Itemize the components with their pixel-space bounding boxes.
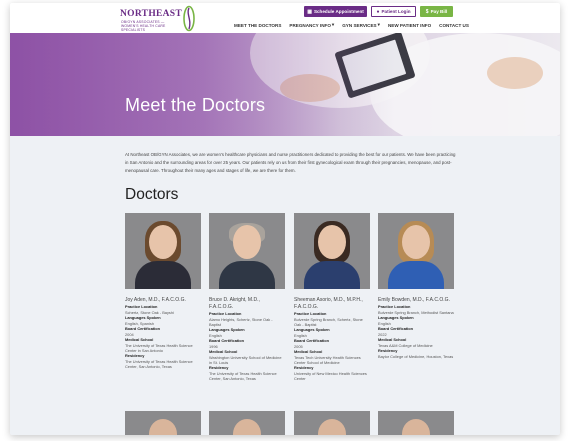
doctors-heading: Doctors [125, 186, 179, 203]
page-title: Meet the Doctors [125, 95, 266, 115]
chevron-down-icon: ▾ [377, 22, 380, 27]
practice-value: Alamo Heights, Schertz, Stone Oak - Bapt… [209, 317, 273, 327]
nav-item-meet-the-doctors[interactable]: MEET THE DOCTORS [234, 22, 281, 28]
nav-item-label: MEET THE DOCTORS [234, 22, 282, 28]
logo-subtitle: OB/GYN ASSOCIATES — WOMEN'S HEALTH CARE … [121, 20, 166, 32]
pay-bill-label: Pay Bill [430, 9, 448, 14]
doctor-name[interactable]: Bruce D. Akright, M.D., F.A.C.O.G. [209, 297, 285, 311]
pay-bill-button[interactable]: $ Pay Bill [420, 6, 453, 17]
nav-item-gyn-services[interactable]: GYN SERVICES ▾ [342, 22, 380, 28]
patient-login-label: Patient Login [381, 9, 411, 14]
schedule-appointment-button[interactable]: ▦ Schedule Appointment [304, 6, 367, 17]
doctor-photo[interactable] [209, 213, 285, 289]
doctor-name[interactable]: Emily Bowden, M.D., F.A.C.O.G. [378, 297, 454, 304]
schedule-appointment-label: Schedule Appointment [313, 9, 364, 14]
residency-value: The University of Texas Health Science C… [125, 359, 193, 369]
practice-value: Bulverde Spring Branch, Schertz, Stone O… [294, 317, 363, 327]
school-value: Washington University School of Medicine… [209, 355, 282, 365]
nav-item-label: CONTACT US [439, 22, 469, 28]
hero-banner: Meet the Doctors [10, 33, 560, 136]
doctor-name[interactable]: Sheeman Asorio, M.D., M.P.H., F.A.C.O.G. [294, 297, 370, 311]
doctor-photo[interactable] [294, 411, 370, 435]
patient-login-button[interactable]: ● Patient Login [371, 6, 416, 17]
main-nav: MEET THE DOCTORS PREGNANCY INFO ▾ GYN SER… [234, 22, 469, 28]
doctor-card: Emily Bowden, M.D., F.A.C.O.G. Practice … [378, 213, 454, 359]
doctor-photo[interactable] [378, 411, 454, 435]
site-header: NORTHEAST OB/GYN ASSOCIATES — WOMEN'S HE… [10, 3, 560, 33]
intro-paragraph: At Northeast OB/GYN Associates, we are w… [125, 152, 456, 173]
site-logo[interactable]: NORTHEAST OB/GYN ASSOCIATES — WOMEN'S HE… [120, 5, 200, 32]
nav-item-contact-us[interactable]: CONTACT US [439, 22, 469, 28]
logo-title: NORTHEAST [120, 9, 183, 19]
nav-item-new-patient-info[interactable]: NEW PATIENT INFO [388, 22, 431, 28]
doctor-card: Joy Aden, M.D., F.A.C.O.G. Practice Loca… [125, 213, 201, 369]
school-value: The University of Texas Health Science C… [125, 343, 193, 353]
school-value: Texas Tech University Health Sciences Ce… [294, 355, 361, 365]
hero-overlay [10, 33, 560, 136]
residency-value: Baylor College of Medicine, Houston, Tex… [378, 354, 454, 359]
nav-item-pregnancy-info[interactable]: PREGNANCY INFO ▾ [289, 22, 334, 28]
doctor-photo[interactable] [378, 213, 454, 289]
browser-page: NORTHEAST OB/GYN ASSOCIATES — WOMEN'S HE… [10, 3, 560, 435]
nav-item-label: NEW PATIENT INFO [387, 22, 432, 28]
user-icon: ● [376, 8, 380, 15]
logo-emblem-icon [183, 5, 195, 32]
doctor-photo[interactable] [125, 213, 201, 289]
residency-value: The University of Texas Health Science C… [209, 371, 277, 381]
nav-item-label: PREGNANCY INFO [289, 22, 331, 28]
chevron-down-icon: ▾ [331, 22, 335, 27]
nav-item-label: GYN SERVICES [342, 22, 377, 28]
residency-value: University of New Mexico Health Sciences… [294, 371, 367, 381]
doctor-name[interactable]: Joy Aden, M.D., F.A.C.O.G. [125, 297, 201, 304]
doctor-card: Bruce D. Akright, M.D., F.A.C.O.G. Pract… [209, 213, 285, 381]
calendar-icon: ▦ [307, 8, 312, 15]
doctor-card: Sheeman Asorio, M.D., M.P.H., F.A.C.O.G.… [294, 213, 370, 381]
doctor-photo[interactable] [209, 411, 285, 435]
doctor-photo[interactable] [125, 411, 201, 435]
doctor-photo[interactable] [294, 213, 370, 289]
dollar-icon: $ [425, 8, 429, 15]
